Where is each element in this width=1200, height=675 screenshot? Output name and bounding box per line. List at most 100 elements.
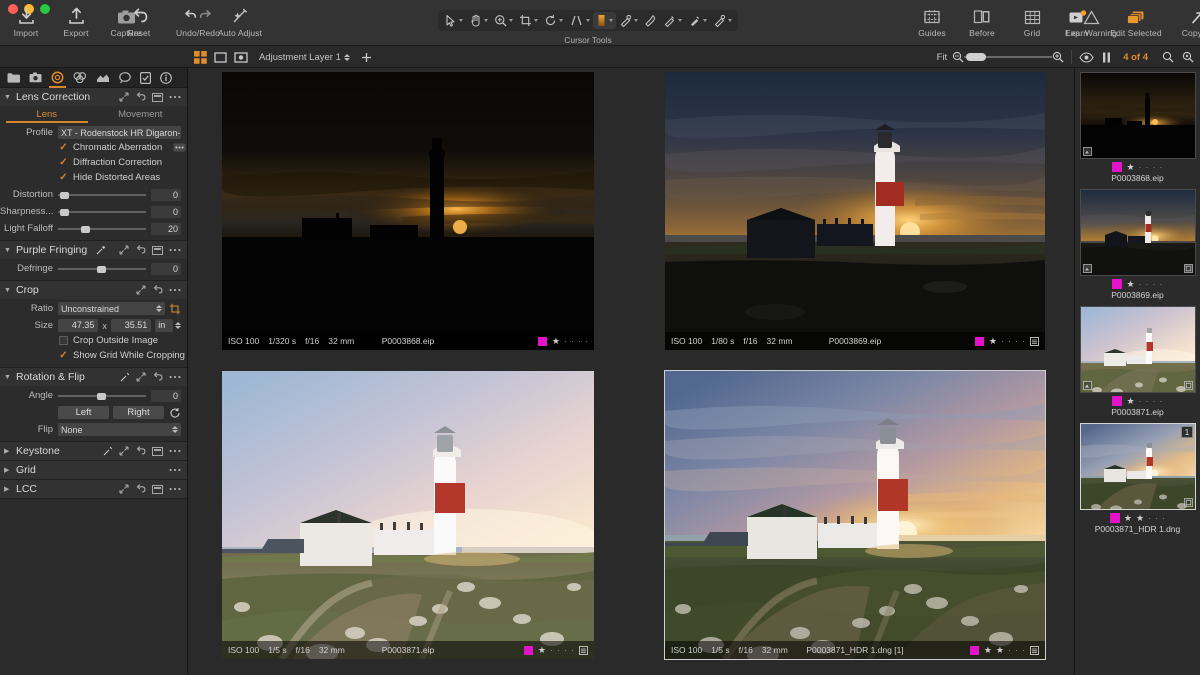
expand-icon[interactable] (119, 245, 129, 255)
edit-selected-button[interactable]: Edit Selected (1103, 6, 1169, 38)
crop-width-input[interactable]: 47.35 (58, 319, 99, 332)
learn-button[interactable]: Learn (1053, 6, 1101, 38)
picker-icon[interactable] (96, 245, 106, 255)
crop-unit-stepper[interactable] (175, 322, 182, 329)
loupe-icon[interactable] (1182, 51, 1194, 63)
star-empty[interactable]: · (564, 336, 567, 346)
thumbnail-rating-3[interactable]: ★ · · · · (1112, 396, 1163, 406)
layer-selector[interactable]: Adjustment Layer 1 (255, 51, 354, 64)
color-tag-swatch[interactable] (1112, 162, 1123, 172)
crop-outside-image-row[interactable]: Crop Outside Image (0, 333, 187, 348)
reset-button[interactable]: Reset (115, 6, 163, 38)
tab-movement[interactable]: Movement (94, 106, 188, 123)
star-filled[interactable]: ★ (989, 336, 997, 346)
crop-height-input[interactable]: 35.51 (110, 319, 152, 332)
reset-icon[interactable] (152, 285, 163, 295)
thumbnail-rating-2[interactable]: ★ · · · · (1112, 279, 1163, 289)
chromatic-aberration-options-icon[interactable] (173, 143, 186, 152)
star-empty[interactable]: · (550, 645, 553, 655)
photo-4[interactable] (665, 371, 1045, 659)
metadata-tab[interactable] (160, 68, 172, 88)
thumbnail-rating-4[interactable]: ★ ★ · · · (1109, 513, 1165, 523)
clone-tool-button[interactable] (710, 12, 735, 29)
select-tool-button[interactable] (441, 12, 466, 29)
expand-icon[interactable] (119, 446, 129, 456)
thumbnail-item-2[interactable]: ★ · · · · P0003869.eip (1075, 185, 1200, 302)
thumbnail-rating-1[interactable]: ★ · · · · (1112, 162, 1163, 172)
color-tag-swatch[interactable] (523, 645, 533, 655)
star-empty[interactable]: · (1160, 162, 1163, 172)
crop-tool-icon[interactable] (169, 303, 181, 315)
slider-knob[interactable] (80, 225, 90, 233)
zoom-out-icon[interactable] (952, 51, 964, 63)
star-empty[interactable]: · (1008, 336, 1011, 346)
star-rating[interactable]: ★ ★ · · · (984, 645, 1025, 655)
star-empty[interactable]: · (1153, 279, 1156, 289)
expand-icon[interactable] (119, 484, 129, 494)
diffraction-correction-checkbox[interactable]: ✓ (59, 157, 68, 167)
star-empty[interactable]: · (1022, 645, 1025, 655)
light-falloff-slider[interactable] (58, 223, 146, 235)
exposure-tab[interactable] (96, 68, 110, 88)
expand-icon[interactable] (136, 285, 146, 295)
star-empty[interactable]: · (1155, 513, 1158, 523)
angle-value[interactable]: 0 (151, 389, 181, 402)
grid-header[interactable]: ▶ Grid (0, 461, 187, 479)
eye-icon[interactable] (1079, 51, 1094, 63)
thumbnail-image-4[interactable]: 1 (1080, 423, 1196, 510)
star-empty[interactable]: · (1146, 279, 1149, 289)
color-tab[interactable] (73, 68, 87, 88)
star-empty[interactable]: · (571, 645, 574, 655)
cursor-tools-row[interactable] (438, 10, 738, 31)
star-filled[interactable]: ★ (1126, 162, 1134, 172)
more-options-icon[interactable] (169, 95, 181, 99)
diffraction-correction-row[interactable]: ✓ Diffraction Correction (0, 155, 187, 170)
preset-icon[interactable] (152, 245, 163, 255)
star-filled[interactable]: ★ (552, 336, 560, 346)
photo-1-rating-area[interactable]: ★ · · · · (537, 336, 588, 346)
distortion-slider[interactable] (58, 189, 146, 201)
star-empty[interactable]: · (1015, 336, 1018, 346)
rotation-reset-icon[interactable] (169, 407, 181, 419)
rotate-left-button[interactable]: Left (58, 406, 109, 419)
chevron-right-icon[interactable]: ▶ (4, 485, 12, 493)
keystone-header[interactable]: ▶ Keystone (0, 442, 187, 460)
chevron-down-icon[interactable]: ▼ (4, 247, 12, 254)
erase-tool-button[interactable] (641, 12, 660, 29)
photo-3[interactable] (222, 371, 594, 659)
search-icon[interactable] (1162, 51, 1174, 63)
slider-knob[interactable] (96, 392, 106, 400)
thumbnail-image-3[interactable] (1080, 306, 1196, 393)
star-empty[interactable]: · (1153, 396, 1156, 406)
star-filled[interactable]: ★ (1126, 279, 1134, 289)
color-tag-swatch[interactable] (974, 336, 984, 346)
defringe-value[interactable]: 0 (151, 262, 181, 275)
star-empty[interactable]: · (1008, 645, 1011, 655)
photo-1[interactable] (222, 72, 594, 350)
star-empty[interactable]: · (1139, 162, 1142, 172)
picker-icon[interactable] (120, 372, 130, 382)
rotation-tool-button[interactable] (541, 12, 566, 29)
details-tab[interactable] (119, 68, 131, 88)
star-empty[interactable]: · (1015, 645, 1018, 655)
star-filled[interactable]: ★ (1124, 513, 1132, 523)
crop-tool-button[interactable] (516, 12, 541, 29)
star-empty[interactable]: · (1022, 336, 1025, 346)
star-empty[interactable]: · (571, 336, 574, 346)
zoom-slider-knob[interactable] (966, 53, 987, 61)
profile-select[interactable]: XT - Rodenstock HR Digaron-... (58, 126, 181, 139)
zoom-fit-label[interactable]: Fit (937, 52, 948, 63)
single-view-icon[interactable] (214, 51, 227, 64)
heal-tool-button[interactable] (685, 12, 710, 29)
ratio-stepper[interactable] (156, 305, 162, 312)
star-empty[interactable]: · (1146, 396, 1149, 406)
color-tag-swatch[interactable] (1112, 396, 1123, 406)
library-tab[interactable] (7, 68, 20, 88)
preset-icon[interactable] (152, 484, 163, 494)
photo-4-rating-area[interactable]: ★ ★ · · · (969, 645, 1039, 655)
keystone-tool-button[interactable] (566, 12, 593, 29)
star-rating[interactable]: ★ · · · · (989, 336, 1025, 346)
adjustments-tab[interactable] (140, 68, 151, 88)
star-empty[interactable]: · (1146, 162, 1149, 172)
gradient-mask-tool-button[interactable] (593, 12, 616, 29)
